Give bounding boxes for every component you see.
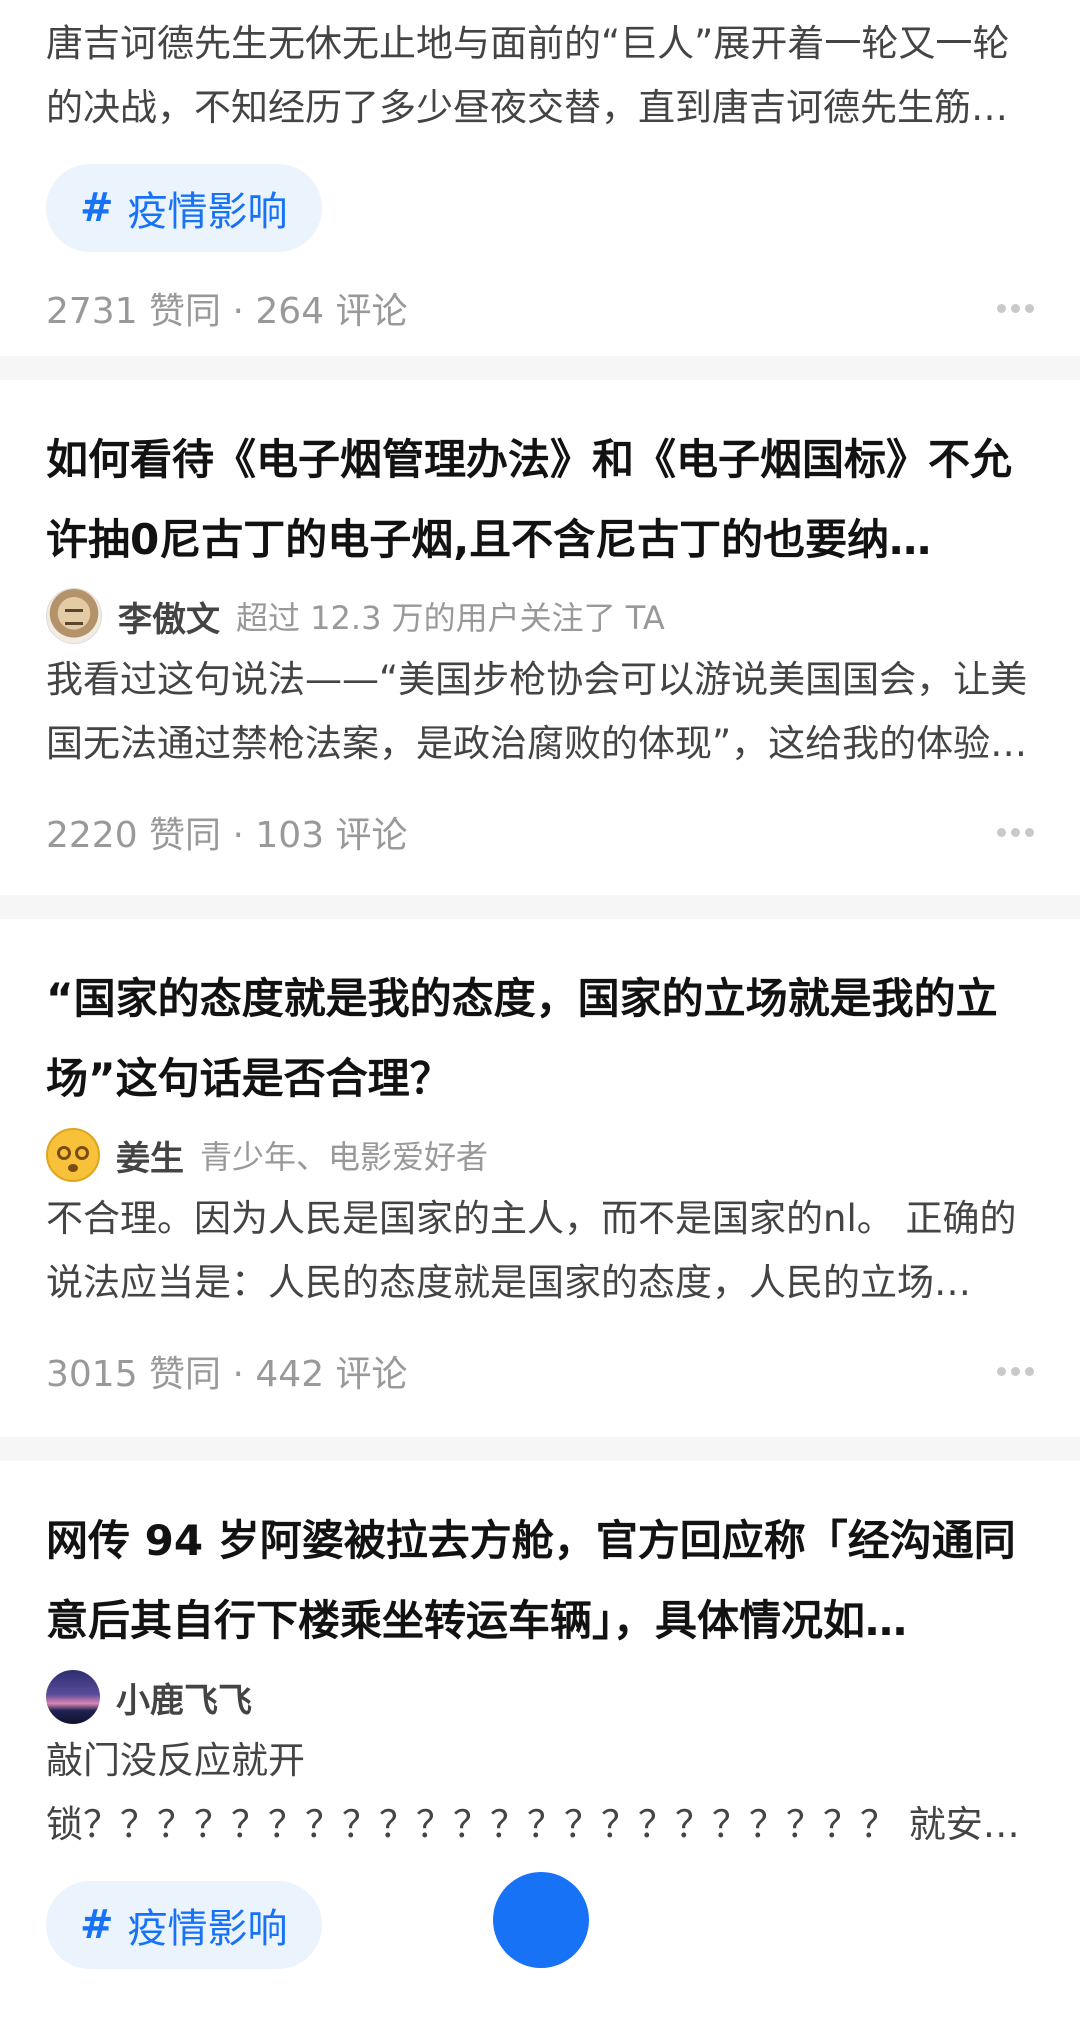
card-footer: 2220 赞同 · 103 评论 bbox=[46, 790, 1034, 874]
author-row[interactable]: 姜生 青少年、电影爱好者 bbox=[46, 1123, 1034, 1187]
hash-icon: # bbox=[80, 185, 114, 231]
answer-excerpt[interactable]: 我看过这句说法——“美国步枪协会可以游说美国国会，让美国无法通过禁枪法案，是政治… bbox=[46, 648, 1034, 776]
night-sky-avatar[interactable] bbox=[46, 1670, 100, 1724]
answer-feed: 唐吉诃德先生无休无止地与面前的“巨人”展开着一轮又一轮的决战，不知经历了多少昼夜… bbox=[0, 0, 1080, 2041]
author-description: 青少年、电影爱好者 bbox=[200, 1138, 489, 1176]
answer-excerpt[interactable]: 敲门没反应就开锁？？？？？？？？？？？？？？？？？？？？？？ 就安排… bbox=[46, 1729, 1034, 1857]
hash-icon: # bbox=[80, 1902, 114, 1948]
author-name[interactable]: 李傲文 bbox=[118, 592, 220, 641]
more-options-icon[interactable] bbox=[997, 1357, 1034, 1386]
tiger-avatar[interactable] bbox=[46, 588, 102, 644]
answer-excerpt[interactable]: 唐吉诃德先生无休无止地与面前的“巨人”展开着一轮又一轮的决战，不知经历了多少昼夜… bbox=[46, 12, 1034, 140]
topic-tag-label: 疫情影响 bbox=[127, 189, 288, 235]
more-options-icon[interactable] bbox=[997, 294, 1034, 323]
floating-action-button[interactable] bbox=[493, 1872, 589, 1968]
question-title[interactable]: 如何看待《电子烟管理办法》和《电子烟国标》不允许抽0尼古丁的电子烟,且不含尼古丁… bbox=[46, 420, 1034, 580]
topic-tag-label: 疫情影响 bbox=[127, 1906, 288, 1952]
feed-card[interactable]: 如何看待《电子烟管理办法》和《电子烟国标》不允许抽0尼古丁的电子烟,且不含尼古丁… bbox=[0, 380, 1080, 895]
vote-comment-count: 3015 赞同 · 442 评论 bbox=[46, 1354, 408, 1395]
vote-comment-count: 2220 赞同 · 103 评论 bbox=[46, 815, 408, 856]
card-footer: 3015 赞同 · 442 评论 bbox=[46, 1329, 1034, 1413]
card-divider bbox=[0, 895, 1080, 919]
author-row[interactable]: 小鹿飞飞 bbox=[46, 1665, 1034, 1729]
topic-tag[interactable]: # 疫情影响 bbox=[46, 164, 322, 252]
card-divider bbox=[0, 356, 1080, 380]
author-row[interactable]: 李傲文 超过 12.3 万的用户关注了 TA bbox=[46, 584, 1034, 648]
author-description: 超过 12.3 万的用户关注了 TA bbox=[236, 599, 665, 637]
card-divider bbox=[0, 1437, 1080, 1461]
answer-excerpt[interactable]: 不合理。因为人民是国家的主人，而不是国家的nl。 正确的说法应当是：人民的态度就… bbox=[46, 1187, 1034, 1315]
author-name[interactable]: 小鹿飞飞 bbox=[116, 1673, 252, 1722]
dizzy-face-emoji-avatar[interactable] bbox=[46, 1128, 100, 1182]
question-title[interactable]: “国家的态度就是我的态度，国家的立场就是我的立场”这句话是否合理？ bbox=[46, 959, 1034, 1119]
feed-card[interactable]: 唐吉诃德先生无休无止地与面前的“巨人”展开着一轮又一轮的决战，不知经历了多少昼夜… bbox=[0, 0, 1080, 356]
author-name[interactable]: 姜生 bbox=[116, 1131, 184, 1180]
topic-tag[interactable]: # 疫情影响 bbox=[46, 1881, 322, 1969]
vote-comment-count: 2731 赞同 · 264 评论 bbox=[46, 291, 408, 332]
card-footer: 2731 赞同 · 264 评论 bbox=[46, 266, 1034, 350]
question-title[interactable]: 网传 94 岁阿婆被拉去方舱，官方回应称「经沟通同意后其自行下楼乘坐转运车辆」，… bbox=[46, 1501, 1034, 1661]
more-options-icon[interactable] bbox=[997, 818, 1034, 847]
feed-card[interactable]: “国家的态度就是我的态度，国家的立场就是我的立场”这句话是否合理？ 姜生 青少年… bbox=[0, 919, 1080, 1437]
